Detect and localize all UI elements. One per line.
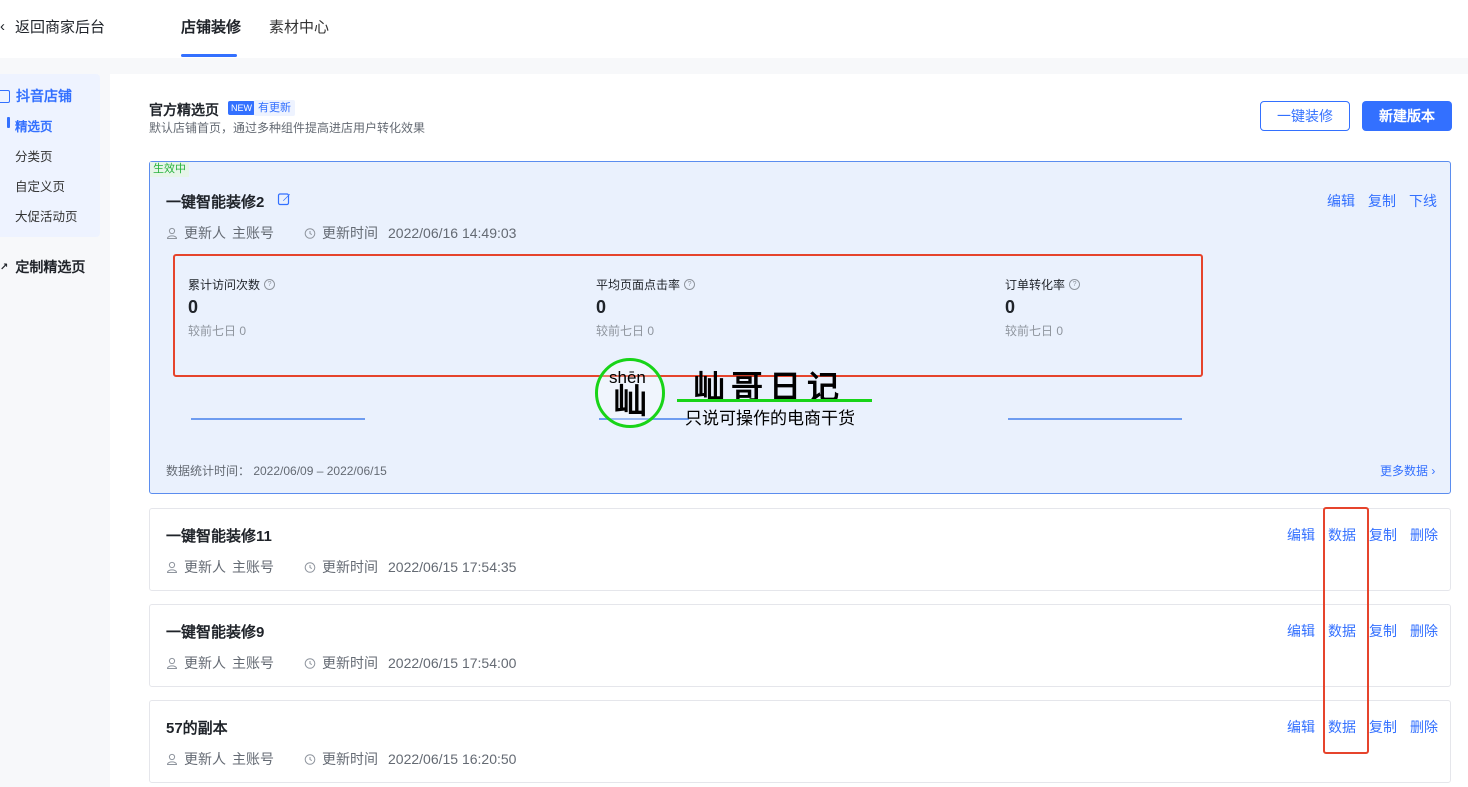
sidebar-item-custom-page[interactable]: 自定义页 (15, 176, 65, 195)
data-column-highlight (1323, 507, 1369, 754)
time-label: 更新时间 (322, 225, 378, 241)
stat-label-text: 订单转化率 (1005, 278, 1066, 292)
updater-label: 更新人 (184, 751, 226, 767)
updater-label: 更新人 (184, 225, 226, 241)
version-name: 57的副本 (166, 720, 228, 737)
section-description: 默认店铺首页，通过多种组件提高进店用户转化效果 (149, 121, 426, 135)
offline-link[interactable]: 下线 (1409, 191, 1437, 211)
stat-conversion-value: 0 (1005, 297, 1016, 317)
stat-visits-compare: 较前七日 0 (188, 324, 247, 338)
update-badge: 有更新 (254, 100, 295, 116)
sidebar-group-label: 抖音店铺 (16, 88, 72, 104)
help-icon[interactable]: ? (1069, 279, 1081, 290)
store-icon (0, 89, 10, 103)
sidebar-custom-label: 定制精选页 (15, 259, 86, 275)
delete-link[interactable]: 删除 (1410, 717, 1438, 737)
delete-link[interactable]: 删除 (1410, 525, 1438, 545)
back-label: 返回商家后台 (15, 19, 106, 36)
stat-conversion-label: 订单转化率 ? (1005, 276, 1081, 293)
tab-store-decoration[interactable]: 店铺装修 (181, 16, 241, 37)
user-icon (166, 753, 178, 765)
version-name: 一键智能装修2 (166, 194, 265, 211)
help-icon[interactable]: ? (684, 279, 696, 290)
sidebar-group-douyin-store[interactable]: 抖音店铺 (0, 86, 72, 106)
copy-link[interactable]: 复制 (1369, 525, 1397, 545)
updater-value: 主账号 (232, 225, 274, 241)
time-value: 2022/06/16 14:49:03 (388, 225, 517, 241)
new-version-button[interactable]: 新建版本 (1362, 101, 1452, 131)
stat-visits-value: 0 (188, 297, 199, 317)
active-tab-indicator (181, 54, 237, 57)
time-value: 2022/06/15 16:20:50 (388, 751, 517, 767)
clock-icon (304, 658, 316, 669)
updater-label: 更新人 (184, 559, 226, 575)
updater-value: 主账号 (232, 751, 274, 767)
active-item-indicator (7, 117, 10, 128)
updater-value: 主账号 (232, 655, 274, 671)
watermark-char: 屾 (613, 383, 647, 421)
version-name: 一键智能装修9 (166, 624, 265, 641)
new-badge: NEW (228, 101, 255, 115)
chevron-left-icon: ‹ (0, 18, 5, 35)
time-label: 更新时间 (322, 751, 378, 767)
stat-label-text: 平均页面点击率 (596, 278, 681, 292)
time-label: 更新时间 (322, 559, 378, 575)
version-meta: 更新人 主账号 更新时间 2022/06/16 14:49:03 (166, 223, 516, 243)
edit-link[interactable]: 编辑 (1287, 525, 1315, 545)
time-value: 2022/06/15 17:54:00 (388, 655, 517, 671)
sidebar-group-custom-featured[interactable]: ↗ 定制精选页 (0, 257, 85, 277)
conversion-trend-line (1008, 418, 1182, 420)
version-meta: 更新人 主账号 更新时间 2022/06/15 16:20:50 (166, 749, 516, 769)
clock-icon (304, 228, 316, 239)
user-icon (166, 561, 178, 573)
stat-click-rate-label: 平均页面点击率 ? (596, 276, 696, 293)
clock-icon (304, 754, 316, 765)
edit-link[interactable]: 编辑 (1327, 191, 1355, 211)
stat-time-range: 数据统计时间： 2022/06/09 – 2022/06/15 (166, 464, 387, 478)
time-value: 2022/06/15 17:54:35 (388, 559, 517, 575)
copy-link[interactable]: 复制 (1369, 621, 1397, 641)
custom-page-icon: ↗ (0, 261, 9, 273)
updater-value: 主账号 (232, 559, 274, 575)
stat-label-text: 累计访问次数 (188, 278, 261, 292)
watermark-underline (677, 399, 872, 402)
version-card (149, 508, 1451, 591)
edit-link[interactable]: 编辑 (1287, 621, 1315, 641)
watermark-subtitle: 只说可操作的电商干货 (685, 409, 855, 428)
visits-trend-line (191, 418, 365, 420)
updater-label: 更新人 (184, 655, 226, 671)
stat-conversion-compare: 较前七日 0 (1005, 324, 1064, 338)
copy-link[interactable]: 复制 (1368, 191, 1396, 211)
version-meta: 更新人 主账号 更新时间 2022/06/15 17:54:35 (166, 557, 516, 577)
section-title: 官方精选页 (149, 102, 219, 118)
more-data-label: 更多数据 (1380, 464, 1429, 478)
user-icon (166, 227, 178, 239)
chevron-right-icon: › (1428, 464, 1436, 478)
delete-link[interactable]: 删除 (1410, 621, 1438, 641)
status-badge: 生效中 (150, 162, 189, 177)
time-label: 更新时间 (322, 655, 378, 671)
sidebar-item-category[interactable]: 分类页 (15, 146, 53, 165)
back-to-merchant-link[interactable]: ‹ 返回商家后台 (0, 16, 105, 37)
sidebar-item-promotion[interactable]: 大促活动页 (15, 206, 78, 225)
version-card (149, 604, 1451, 687)
help-icon[interactable]: ? (264, 279, 276, 290)
user-icon (166, 657, 178, 669)
sidebar-item-featured[interactable]: 精选页 (15, 116, 53, 135)
edit-link[interactable]: 编辑 (1287, 717, 1315, 737)
version-name: 一键智能装修11 (166, 528, 272, 545)
tab-material-center[interactable]: 素材中心 (269, 16, 329, 37)
active-version-actions: 编辑 复制 下线 (1327, 191, 1437, 211)
more-data-link[interactable]: 更多数据 › (1380, 462, 1435, 479)
version-meta: 更新人 主账号 更新时间 2022/06/15 17:54:00 (166, 653, 516, 673)
stat-click-rate-value: 0 (596, 297, 607, 317)
clock-icon (304, 562, 316, 573)
one-click-decorate-button[interactable]: 一键装修 (1260, 101, 1350, 131)
stats-highlight-box (173, 254, 1203, 377)
stat-click-rate-compare: 较前七日 0 (596, 324, 655, 338)
edit-name-icon[interactable] (277, 192, 291, 206)
copy-link[interactable]: 复制 (1369, 717, 1397, 737)
version-card (149, 700, 1451, 783)
stat-visits-label: 累计访问次数 ? (188, 276, 276, 293)
